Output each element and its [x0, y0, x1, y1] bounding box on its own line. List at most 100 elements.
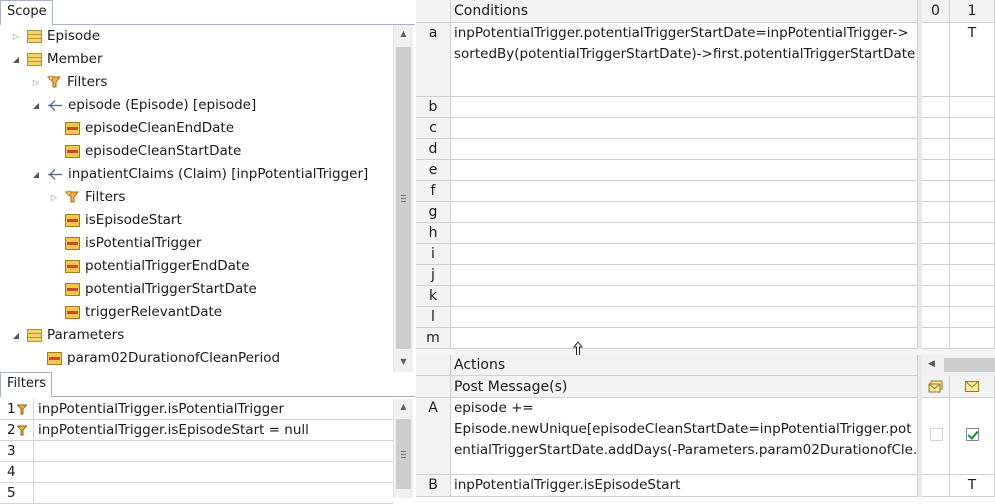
tree-node[interactable]: isEpisodeStart [48, 209, 182, 231]
scope-scrollbar-thumb[interactable] [396, 47, 411, 349]
condition-value-0[interactable] [922, 97, 950, 118]
condition-value-1[interactable] [950, 244, 995, 265]
condition-expression[interactable] [451, 118, 918, 139]
column-header-1[interactable]: 1 [950, 0, 995, 23]
tree-node-label: isEpisodeStart [85, 212, 182, 228]
attribute-icon [65, 305, 80, 319]
tree-node[interactable]: episodeCleanEndDate [48, 117, 234, 139]
condition-value-0[interactable] [922, 244, 950, 265]
condition-expression[interactable] [451, 307, 918, 328]
chevron-down-icon[interactable]: ◢ [10, 329, 22, 341]
tree-node[interactable]: ◢ Member [10, 48, 103, 70]
filter-expression[interactable] [34, 441, 393, 461]
filter-row[interactable]: 4 [0, 462, 393, 483]
tree-node[interactable]: ◢ episode (Episode) [episode] [30, 94, 256, 116]
condition-value-1[interactable] [950, 307, 995, 328]
post-message-column-1[interactable] [950, 376, 995, 398]
action-value-1[interactable]: T [950, 475, 995, 497]
action-value-0[interactable] [922, 475, 950, 497]
filter-row[interactable]: 1 inpPotentialTrigger.isPotentialTrigger [0, 399, 393, 420]
chevron-right-icon[interactable]: ▷ [10, 30, 22, 42]
condition-value-1[interactable] [950, 181, 995, 202]
tree-node[interactable]: ▷ Filters [30, 71, 108, 93]
condition-value-0[interactable] [922, 202, 950, 223]
tree-node[interactable]: triggerRelevantDate [48, 301, 222, 323]
filters-scroll-up-arrow-icon[interactable]: ▲ [394, 402, 413, 411]
condition-value-0[interactable] [922, 181, 950, 202]
condition-expression[interactable] [451, 265, 918, 286]
condition-expression[interactable] [451, 160, 918, 181]
condition-expression[interactable] [451, 223, 918, 244]
tree-node[interactable]: potentialTriggerEndDate [48, 255, 250, 277]
filter-expression[interactable]: inpPotentialTrigger.isEpisodeStart = nul… [34, 420, 393, 440]
condition-value-0[interactable] [922, 265, 950, 286]
condition-value-0[interactable] [922, 118, 950, 139]
filters-scrollbar-thumb[interactable] [396, 419, 411, 489]
condition-value-1[interactable] [950, 328, 995, 349]
chevron-down-icon[interactable]: ◢ [30, 168, 42, 180]
filters-panel: Filters 1 inpPotentialTrigger.isPotential… [0, 372, 415, 504]
tab-scope[interactable]: Scope [0, 0, 53, 25]
condition-expression[interactable] [451, 244, 918, 265]
condition-value-1[interactable] [950, 265, 995, 286]
condition-value-1[interactable] [950, 97, 995, 118]
condition-expression[interactable] [451, 139, 918, 160]
condition-expression[interactable]: inpPotentialTrigger.potentialTriggerStar… [451, 23, 918, 97]
condition-expression-line: sortedBy(potentialTriggerStartDate)->fir… [454, 46, 916, 62]
condition-value-1[interactable] [950, 286, 995, 307]
tree-node[interactable]: potentialTriggerStartDate [48, 278, 257, 300]
tree-node[interactable]: param02DurationofCleanPeriod [30, 347, 280, 369]
condition-value-1[interactable] [950, 160, 995, 181]
tab-filters[interactable]: Filters [0, 372, 52, 397]
column-header-0[interactable]: 0 [922, 0, 950, 23]
condition-value-0[interactable] [922, 160, 950, 181]
decision-table: Conditions 0 1 a inpPotentialTrigger.potenti… [416, 0, 995, 498]
scroll-down-arrow-icon[interactable]: ▼ [394, 357, 413, 366]
condition-value-0[interactable] [922, 328, 950, 349]
filter-expression[interactable]: inpPotentialTrigger.isPotentialTrigger [34, 399, 393, 419]
scroll-up-arrow-icon[interactable]: ▲ [394, 29, 413, 38]
post-message-checkbox-0[interactable] [930, 428, 943, 441]
chevron-down-icon[interactable]: ◢ [30, 99, 42, 111]
horizontal-scrollbar-thumb[interactable] [944, 358, 995, 372]
condition-expression[interactable] [451, 328, 918, 349]
action-expression[interactable]: inpPotentialTrigger.isEpisodeStart [451, 475, 918, 497]
filter-icon [46, 75, 62, 89]
scope-scrollbar[interactable]: ▲ ▼ [393, 25, 413, 372]
condition-value-1[interactable]: T [950, 23, 995, 97]
condition-value-1[interactable] [950, 223, 995, 244]
condition-value-0[interactable] [922, 139, 950, 160]
actions-horizontal-scrollbar[interactable]: ◀ [922, 355, 995, 376]
post-message-column-0[interactable] [922, 376, 950, 398]
filter-expression[interactable] [34, 483, 393, 503]
condition-value-1[interactable] [950, 202, 995, 223]
tree-node[interactable]: episodeCleanStartDate [48, 140, 241, 162]
condition-value-0[interactable] [922, 223, 950, 244]
filters-scrollbar[interactable]: ▲ [393, 399, 413, 498]
condition-expression[interactable] [451, 202, 918, 223]
condition-value-1[interactable] [950, 118, 995, 139]
condition-expression[interactable] [451, 286, 918, 307]
condition-value-1[interactable] [950, 139, 995, 160]
condition-value-0[interactable] [922, 286, 950, 307]
tree-node[interactable]: ▷ Filters [48, 186, 126, 208]
tree-node[interactable]: ▷ Episode [10, 25, 100, 47]
condition-value-0[interactable] [922, 23, 950, 97]
condition-expression[interactable] [451, 97, 918, 118]
chevron-right-icon[interactable]: ▷ [30, 76, 42, 88]
condition-expression[interactable] [451, 181, 918, 202]
filter-row[interactable]: 2 inpPotentialTrigger.isEpisodeStart = nu… [0, 420, 393, 441]
tree-node[interactable]: ◢ Parameters [10, 324, 124, 346]
tree-node[interactable]: ◢ inpatientClaims (Claim) [inpPotentialTr… [30, 163, 368, 185]
filter-expression[interactable] [34, 462, 393, 482]
action-expression[interactable]: episode += Episode.newUnique[episodeClean… [451, 398, 918, 475]
post-message-checkbox-1[interactable] [966, 428, 979, 441]
chevron-down-icon[interactable]: ◢ [10, 53, 22, 65]
condition-value-0[interactable] [922, 307, 950, 328]
filter-row[interactable]: 3 [0, 441, 393, 462]
scroll-left-arrow-icon[interactable]: ◀ [928, 359, 935, 369]
chevron-right-icon[interactable]: ▷ [48, 191, 60, 203]
tree-node[interactable]: isPotentialTrigger [48, 232, 201, 254]
tree-node-label: Parameters [47, 327, 125, 343]
filter-row[interactable]: 5 [0, 483, 393, 504]
